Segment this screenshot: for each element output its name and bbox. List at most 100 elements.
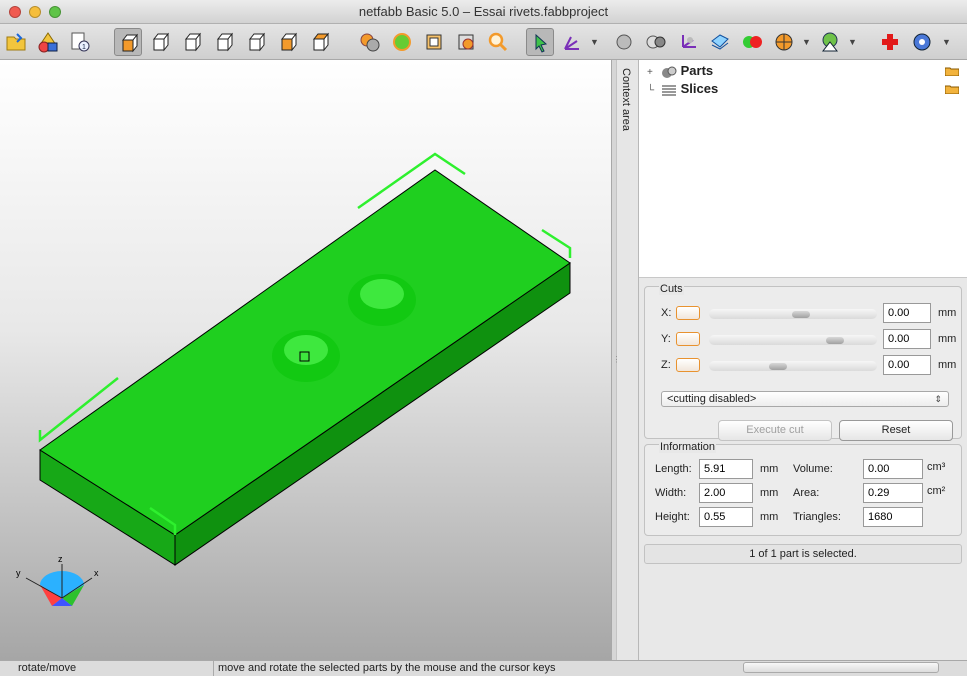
sphere-green-icon [393, 33, 411, 51]
move-button[interactable] [558, 28, 586, 56]
sphere-button[interactable] [610, 28, 638, 56]
zoom-window-button[interactable] [49, 6, 61, 18]
axes-spheres-icon [682, 35, 696, 48]
properties-panel: Cuts X: mm Y: mm Z: mm <cutting disabled… [639, 278, 967, 660]
red-cross-icon [882, 34, 898, 50]
split-button[interactable] [642, 28, 670, 56]
cut-z-field[interactable] [883, 355, 931, 375]
axes-button[interactable] [674, 28, 702, 56]
tree-item-parts[interactable]: + Parts [647, 62, 713, 80]
information-title: Information [659, 441, 717, 453]
project-tree: + Parts └ Slices [639, 60, 967, 278]
height-label: Height: [655, 511, 690, 523]
cube-orange-icon [121, 33, 139, 53]
execute-cut-button[interactable]: Execute cut [718, 420, 832, 441]
axis-z-label: z [58, 554, 63, 564]
close-window-button[interactable] [9, 6, 21, 18]
cut-y-field[interactable] [883, 329, 931, 349]
colors-button[interactable] [738, 28, 766, 56]
volume-field[interactable] [863, 459, 923, 479]
view-top-button[interactable] [274, 28, 302, 56]
length-field[interactable] [699, 459, 753, 479]
open-project-button[interactable] [2, 28, 30, 56]
length-label: Length: [655, 463, 692, 475]
analysis-button[interactable] [770, 28, 798, 56]
area-field[interactable] [863, 483, 923, 503]
title-bar: netfabb Basic 5.0 – Essai rivets.fabbpro… [0, 0, 967, 24]
measure-dropdown-arrow[interactable]: ▼ [848, 37, 857, 47]
height-field[interactable] [699, 507, 753, 527]
cut-y-knob[interactable] [826, 337, 844, 344]
axis-triad: z x y [16, 554, 99, 606]
view-back-button[interactable] [178, 28, 206, 56]
magnifier-icon [488, 32, 508, 52]
volume-unit: cm³ [927, 461, 946, 473]
parts-folder-icon[interactable] [945, 66, 959, 76]
cut-x-toggle[interactable] [676, 306, 700, 320]
move-dropdown-arrow[interactable]: ▼ [590, 37, 599, 47]
reset-button[interactable]: Reset [839, 420, 953, 441]
cube-icon [184, 32, 202, 52]
merge-button[interactable] [388, 28, 416, 56]
tree-item-label: Slices [680, 81, 719, 96]
slices-icon [661, 85, 676, 96]
cut-y-toggle[interactable] [676, 332, 700, 346]
globe-icon [775, 33, 793, 51]
view-left-button[interactable] [210, 28, 238, 56]
area-label: Area: [793, 487, 820, 499]
cut-x-knob[interactable] [791, 311, 810, 318]
viewport-3d[interactable]: z x y [0, 60, 611, 660]
help-dropdown-arrow[interactable]: ▼ [942, 37, 951, 47]
cut-z-unit: mm [938, 359, 957, 371]
information-group: Information Length: mm Volume: cm³ Width… [644, 441, 962, 536]
status-bar: rotate/move move and rotate the selected… [0, 660, 967, 676]
view-front-button[interactable] [146, 28, 174, 56]
status-hint: move and rotate the selected parts by th… [218, 662, 556, 674]
view-3d-button[interactable] [114, 28, 142, 56]
width-field[interactable] [699, 483, 753, 503]
length-unit: mm [760, 463, 779, 475]
axis-x-label: x [94, 568, 99, 578]
tree-item-slices[interactable]: └ Slices [647, 80, 718, 98]
cutting-mode-select[interactable]: <cutting disabled> ⇕ [661, 391, 949, 407]
disk-icon [913, 33, 931, 51]
cut-y-label: Y: [661, 333, 671, 345]
repair-button[interactable] [356, 28, 384, 56]
cube-icon [248, 32, 266, 52]
axes-move-icon [564, 36, 579, 50]
select-pointer-button[interactable] [526, 28, 554, 56]
cut-z-slider[interactable] [709, 361, 877, 371]
box-wire-icon [426, 34, 442, 50]
spheres-orange-icon [360, 33, 380, 52]
context-area-tab[interactable]: Context area [617, 60, 639, 660]
shaded-button[interactable] [452, 28, 480, 56]
cut-y-slider[interactable] [709, 335, 877, 345]
slice-button[interactable] [706, 28, 734, 56]
triangles-field[interactable] [863, 507, 923, 527]
minimize-window-button[interactable] [29, 6, 41, 18]
zoom-button[interactable] [484, 28, 512, 56]
view-bottom-button[interactable] [306, 28, 334, 56]
view-right-button[interactable] [242, 28, 270, 56]
plate-model[interactable] [39, 169, 571, 566]
slices-folder-icon[interactable] [945, 84, 959, 94]
cut-z-knob[interactable] [769, 363, 787, 370]
tree-connector: └ [647, 85, 655, 96]
cut-x-field[interactable] [883, 303, 931, 323]
export-button[interactable]: 1 [66, 28, 94, 56]
slice-icon [711, 34, 729, 50]
wireframe-button[interactable] [420, 28, 448, 56]
cube-icon [312, 32, 330, 52]
help-button[interactable] [908, 28, 936, 56]
triangles-label: Triangles: [793, 511, 841, 523]
select-arrows-icon: ⇕ [934, 394, 942, 404]
cube-icon [152, 32, 170, 52]
cuts-title: Cuts [659, 283, 684, 295]
measure-button[interactable] [816, 28, 844, 56]
add-part-button[interactable] [34, 28, 62, 56]
cut-y-unit: mm [938, 333, 957, 345]
analysis-dropdown-arrow[interactable]: ▼ [802, 37, 811, 47]
cut-z-toggle[interactable] [676, 358, 700, 372]
add-button[interactable] [876, 28, 904, 56]
cut-x-slider[interactable] [709, 309, 877, 319]
